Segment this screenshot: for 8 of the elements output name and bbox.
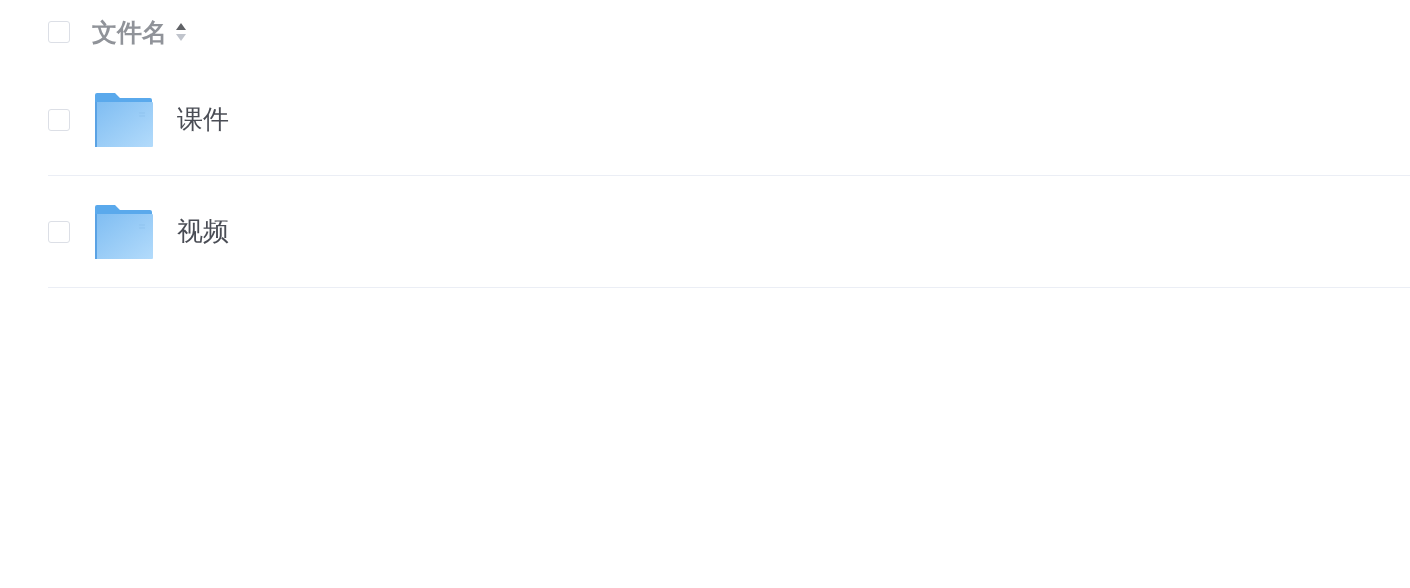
folder-name[interactable]: 课件	[177, 102, 229, 137]
sort-icon[interactable]	[175, 21, 187, 43]
checkbox[interactable]	[48, 21, 70, 43]
checkbox[interactable]	[48, 108, 70, 131]
folder-name[interactable]: 视频	[177, 214, 229, 249]
checkbox[interactable]	[48, 220, 70, 243]
folder-icon	[95, 92, 153, 147]
folder-icon	[95, 204, 153, 259]
